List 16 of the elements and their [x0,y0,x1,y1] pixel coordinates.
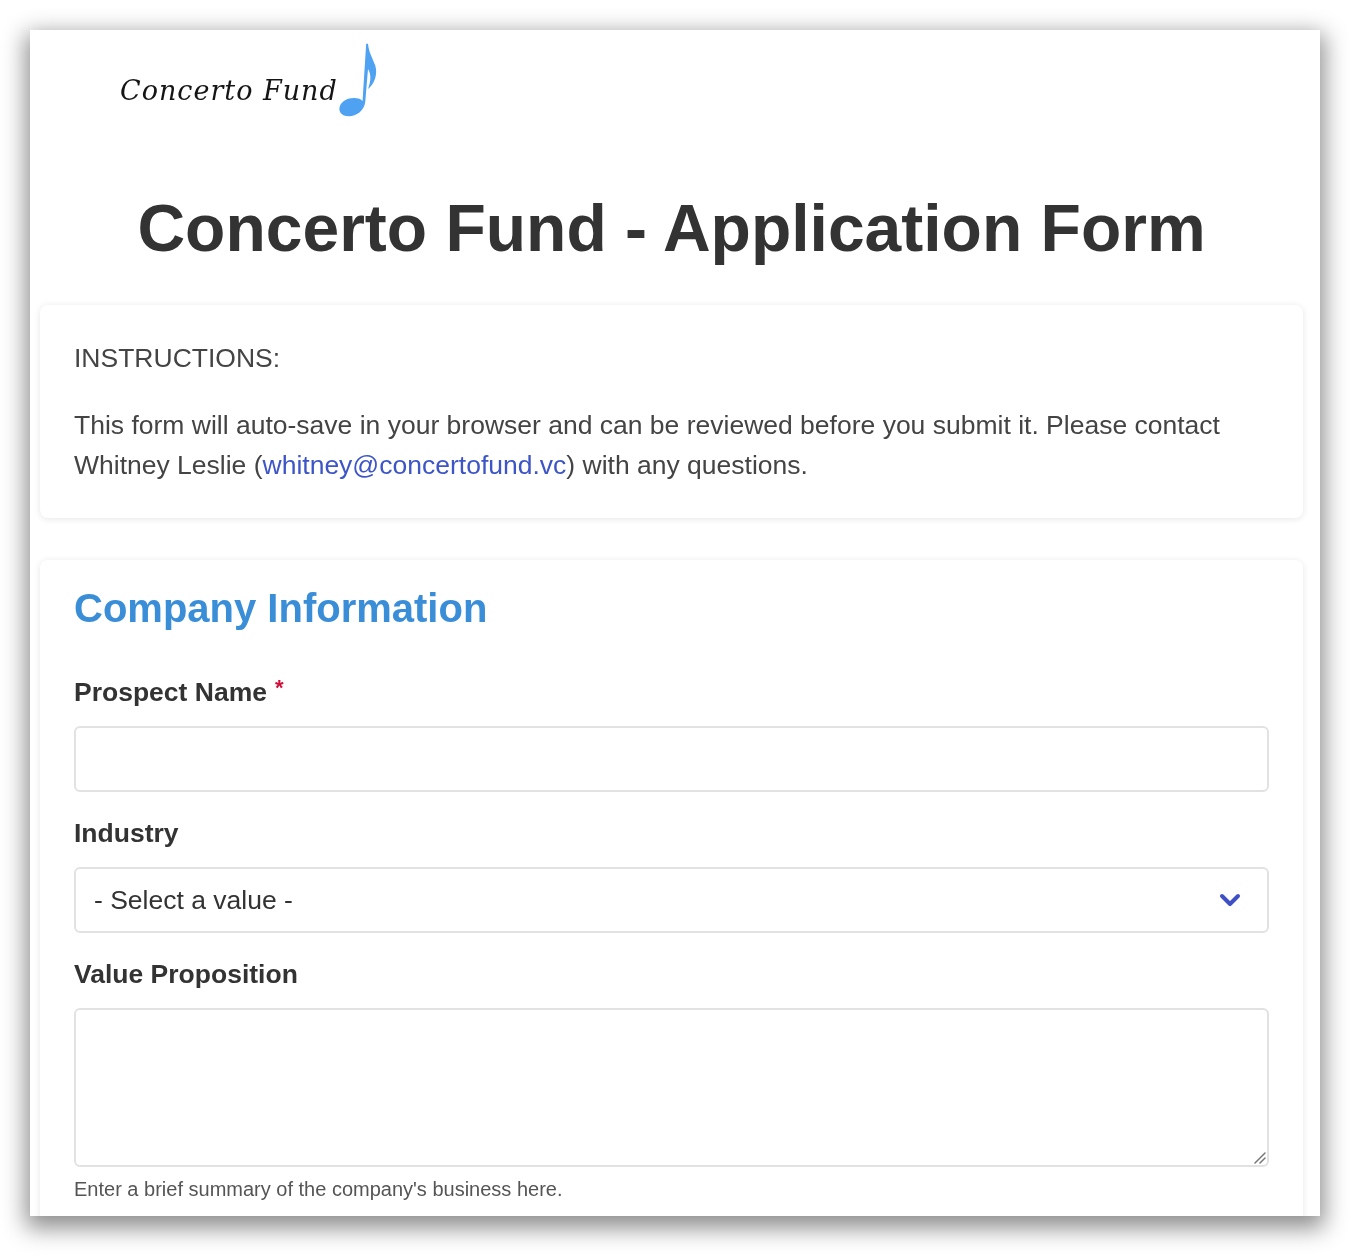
section-heading: Company Information [74,585,489,632]
logo-text: Concerto Fund [120,74,338,108]
email-link[interactable]: whitney@concertofund.vc [262,450,567,480]
textarea-field[interactable] [74,1008,1269,1167]
field-label: Industry [74,818,179,848]
text-input-field[interactable] [74,726,1269,792]
instructions-heading: INSTRUCTIONS: [74,343,282,373]
instructions-text: This form will auto-save in your browser and can be reviewed before you submit it. Please contact Whitney Leslie (whitney@concertofund.vc) with any questions. [74,409,1221,482]
select-field[interactable]: - Select a value - [74,867,1269,933]
field-label: Prospect Name [74,677,267,707]
resize-handle-icon[interactable] [1254,1152,1266,1164]
help-text: Enter a brief summary of the company's business here. [74,1178,564,1200]
chevron-down-icon [1219,893,1241,907]
page-title: Concerto Fund - Application Form [136,190,1207,267]
required-asterisk: * [274,677,284,699]
field-label: Value Proposition [74,959,298,989]
